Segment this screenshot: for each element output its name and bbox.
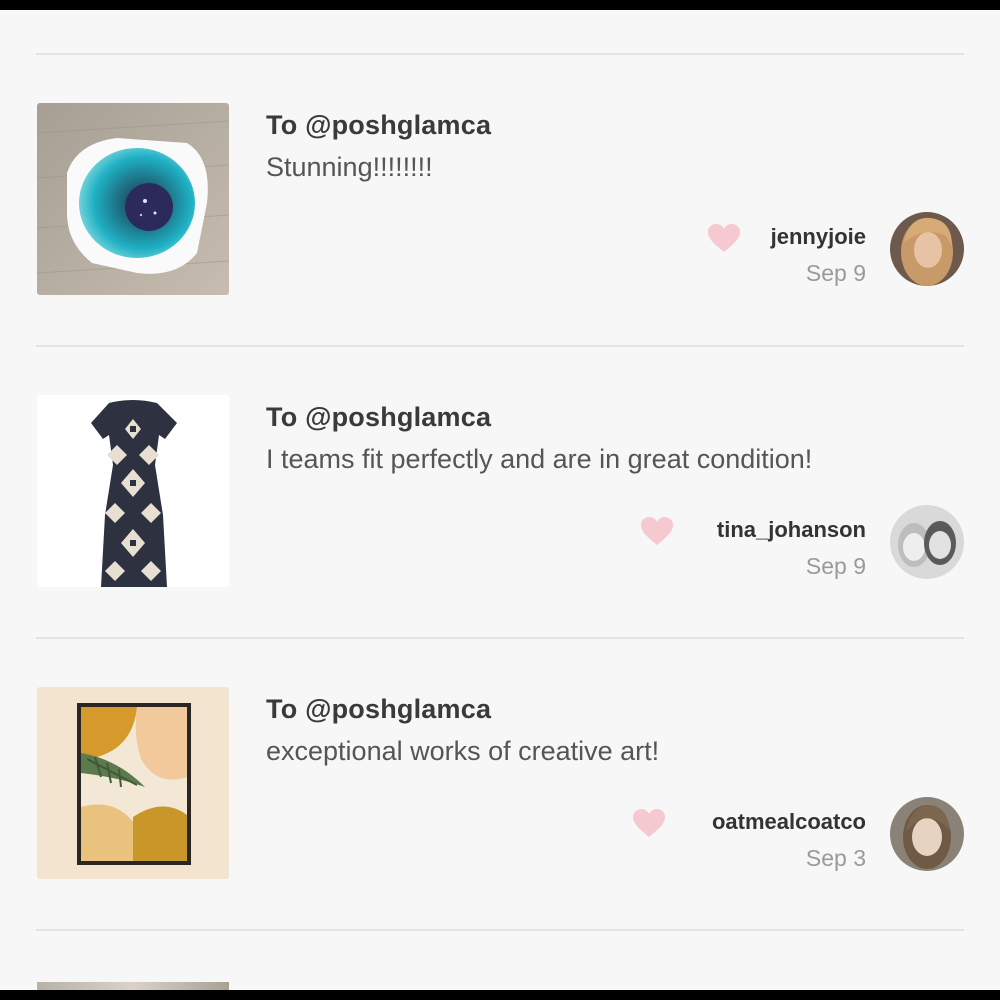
heart-icon xyxy=(632,808,666,838)
user-avatar[interactable] xyxy=(890,505,964,579)
user-avatar[interactable] xyxy=(890,797,964,871)
dress-photo[interactable] xyxy=(37,395,229,587)
heart-icon xyxy=(640,516,674,546)
art-print-photo[interactable] xyxy=(37,687,229,879)
review-recipient[interactable]: To @poshglamca xyxy=(266,402,491,433)
review-username[interactable]: tina_johanson xyxy=(717,515,866,545)
review-date: Sep 3 xyxy=(805,845,866,871)
next-review-thumbnail[interactable] xyxy=(37,982,229,990)
review-recipient[interactable]: To @poshglamca xyxy=(266,110,491,141)
bowl-photo[interactable] xyxy=(37,103,229,295)
review-message: exceptional works of creative art! xyxy=(266,736,660,766)
review-recipient[interactable]: To @poshglamca xyxy=(266,694,491,725)
review-meta: tina_johanson Sep 9 xyxy=(717,515,866,583)
review-message: Stunning!!!!!!!! xyxy=(266,152,433,182)
review-date: Sep 9 xyxy=(805,553,866,579)
reviews-screen: To @poshglamca Stunning!!!!!!!! jennyjoi… xyxy=(0,10,1000,990)
divider xyxy=(36,929,964,931)
review-message: I teams fit perfectly and are in great c… xyxy=(266,444,813,474)
review-username[interactable]: oatmealcoatco xyxy=(712,807,866,837)
heart-icon xyxy=(707,223,741,253)
review-meta: jennyjoie Sep 9 xyxy=(771,222,866,290)
review-item: To @poshglamca exceptional works of crea… xyxy=(0,594,1000,884)
review-item: To @poshglamca Stunning!!!!!!!! jennyjoi… xyxy=(0,10,1000,300)
user-avatar[interactable] xyxy=(890,212,964,286)
review-item: To @poshglamca I teams fit perfectly and… xyxy=(0,302,1000,592)
review-meta: oatmealcoatco Sep 3 xyxy=(712,807,866,875)
review-username[interactable]: jennyjoie xyxy=(771,222,866,252)
review-date: Sep 9 xyxy=(805,260,866,286)
